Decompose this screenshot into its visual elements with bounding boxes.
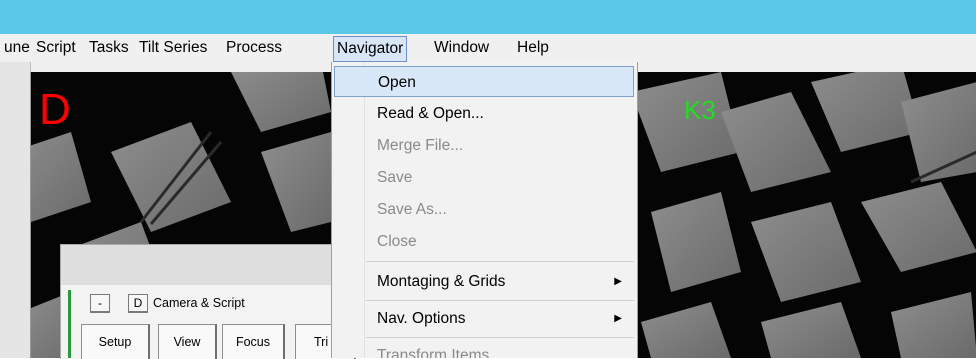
- menu-item-merge-file[interactable]: Merge File...: [334, 130, 634, 161]
- detector-label-d: D: [39, 85, 71, 134]
- menu-item-label: Transform Items: [377, 347, 490, 358]
- d-button[interactable]: D: [128, 294, 148, 313]
- menu-window[interactable]: Window: [434, 34, 489, 62]
- left-frame: [0, 62, 31, 358]
- menu-item-label: Montaging & Grids: [377, 273, 506, 290]
- menu-item-save[interactable]: Save: [334, 162, 634, 193]
- menu-separator: [366, 300, 634, 301]
- menu-item-label: Open: [378, 74, 416, 91]
- collapse-button[interactable]: -: [90, 294, 110, 313]
- menu-tune[interactable]: une: [4, 34, 30, 62]
- menu-item-label: Read & Open...: [377, 105, 484, 122]
- menu-item-close[interactable]: Close: [334, 226, 634, 257]
- panel-accent-bar: [68, 290, 71, 358]
- menu-item-open[interactable]: Open: [334, 66, 634, 97]
- tab-view[interactable]: View: [158, 324, 217, 359]
- menu-item-read-open[interactable]: Read & Open...: [334, 98, 634, 129]
- menu-script[interactable]: Script: [36, 34, 76, 62]
- menu-item-transform-items[interactable]: Transform Items: [334, 340, 634, 358]
- tab-setup[interactable]: Setup: [81, 324, 150, 359]
- navigator-dropdown-menu: Open Read & Open... Merge File... Save S…: [331, 62, 638, 358]
- menu-process[interactable]: Process: [226, 34, 282, 62]
- menu-item-label: Close: [377, 233, 417, 250]
- panel-header: [61, 245, 351, 285]
- menu-tasks[interactable]: Tasks: [89, 34, 129, 62]
- tab-focus[interactable]: Focus: [222, 324, 285, 359]
- menu-separator: [366, 261, 634, 262]
- menu-bar: une Script Tasks Tilt Series Process Nav…: [0, 34, 976, 62]
- camera-label-k3: K3: [684, 95, 716, 125]
- submenu-arrow-icon: ▶: [614, 276, 622, 287]
- title-bar: [0, 0, 976, 34]
- menu-item-save-as[interactable]: Save As...: [334, 194, 634, 225]
- menu-navigator[interactable]: Navigator: [333, 36, 408, 62]
- menu-separator: [366, 337, 634, 338]
- menu-item-label: Save: [377, 169, 413, 186]
- menu-item-nav-options[interactable]: Nav. Options ▶: [334, 303, 634, 334]
- submenu-arrow-icon: ▶: [614, 313, 622, 324]
- menu-help[interactable]: Help: [517, 34, 549, 62]
- menu-item-label: Merge File...: [377, 137, 464, 154]
- menu-item-label: Save As...: [377, 201, 447, 218]
- panel-title: Camera & Script: [153, 296, 245, 310]
- menu-item-montaging-grids[interactable]: Montaging & Grids ▶: [334, 266, 634, 297]
- menu-tilt-series[interactable]: Tilt Series: [139, 34, 207, 62]
- menu-item-label: Nav. Options: [377, 310, 466, 327]
